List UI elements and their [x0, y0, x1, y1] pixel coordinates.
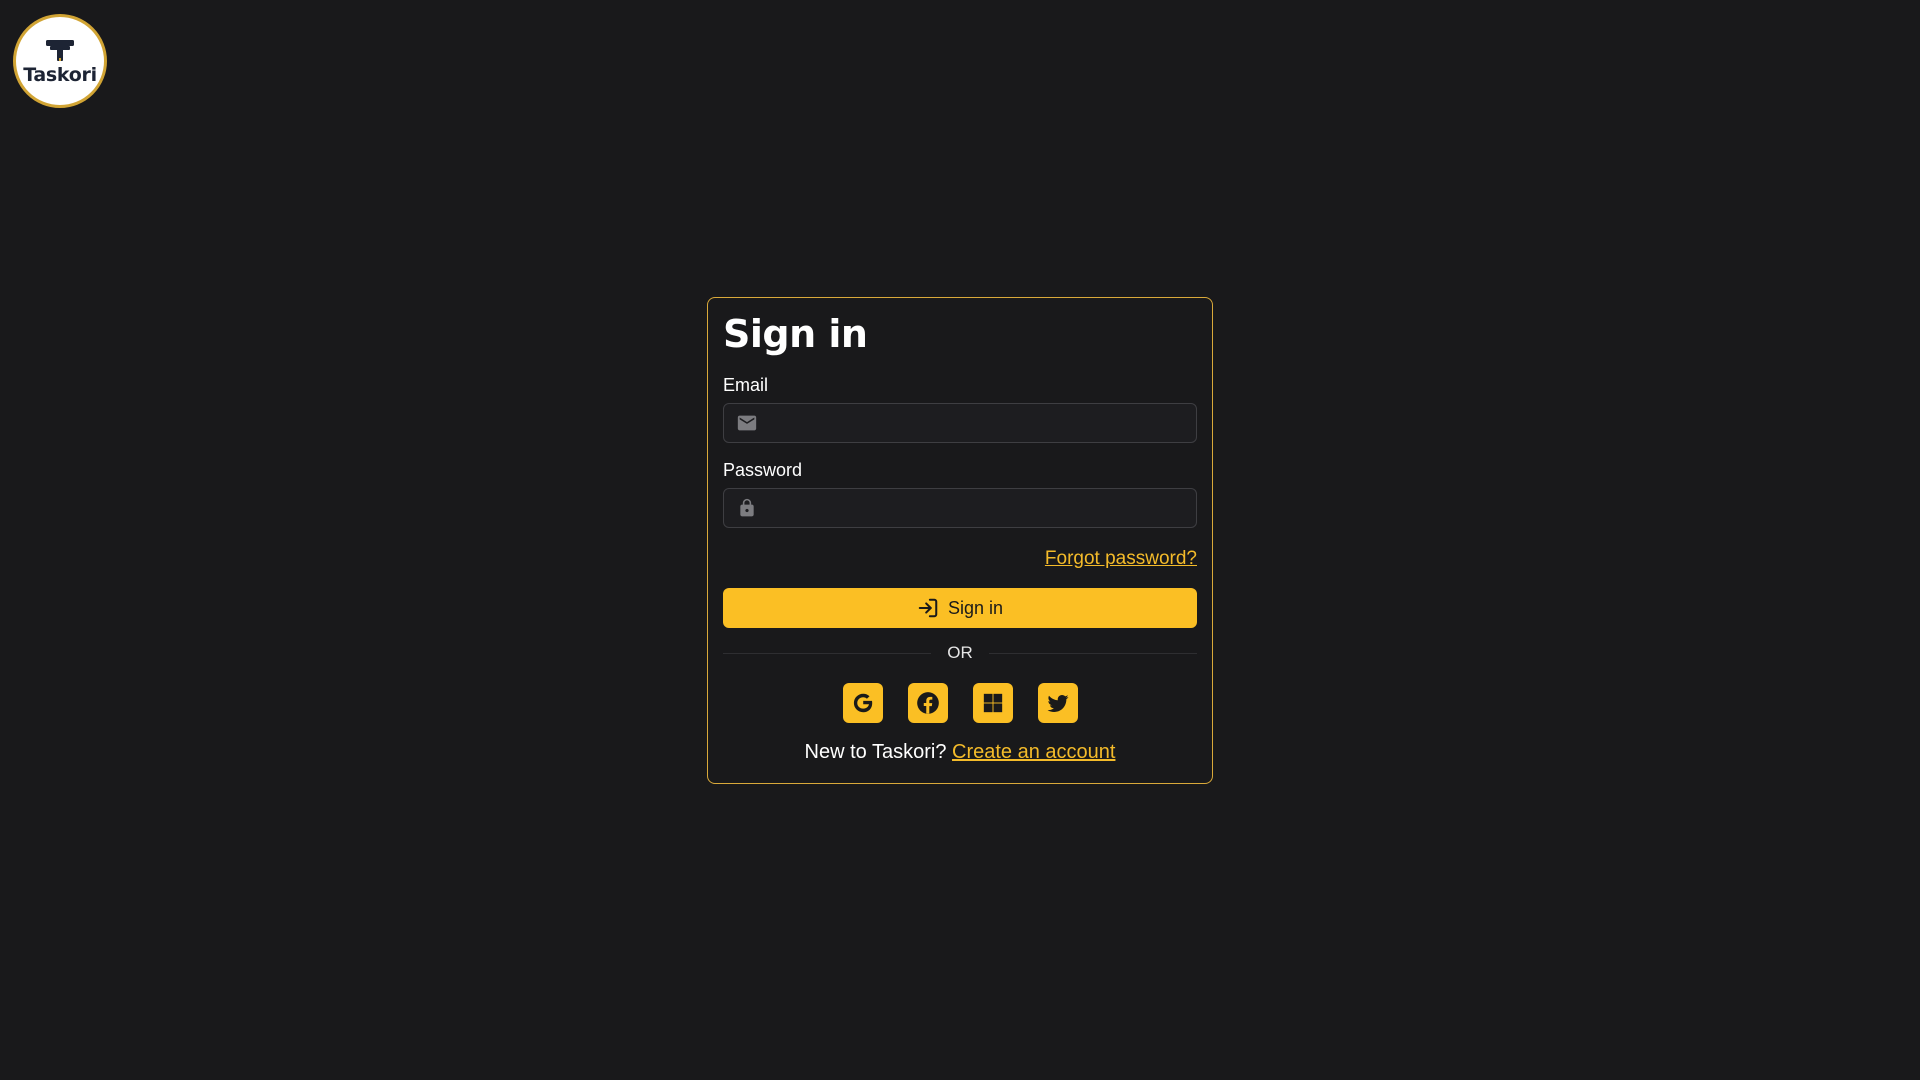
taskori-logo[interactable]: Taskori	[13, 14, 107, 108]
divider-line	[723, 652, 932, 654]
password-label: Password	[723, 460, 803, 480]
facebook-sign-in-button[interactable]	[907, 683, 948, 723]
logo-text: Taskori	[23, 64, 97, 86]
password-field-wrapper	[723, 488, 1197, 528]
page-title: Sign in	[723, 312, 868, 356]
forgot-password-link[interactable]: Forgot password?	[1045, 548, 1197, 570]
google-icon	[853, 693, 872, 713]
or-divider: OR	[723, 642, 1197, 664]
microsoft-sign-in-button[interactable]	[972, 683, 1013, 723]
divider-line	[988, 652, 1197, 654]
social-login-buttons	[708, 683, 1212, 723]
sign-in-button-label: Sign in	[947, 597, 1004, 618]
lock-icon	[736, 497, 758, 519]
password-input[interactable]	[758, 489, 1196, 527]
sign-in-button[interactable]: Sign in	[723, 588, 1197, 628]
divider-text: OR	[947, 643, 973, 662]
facebook-icon	[916, 692, 939, 714]
signup-prompt: New to Taskori? Create an account	[708, 741, 1212, 764]
windows-icon	[983, 693, 1002, 713]
twitter-sign-in-button[interactable]	[1037, 683, 1078, 723]
mail-icon	[736, 412, 758, 434]
twitter-icon	[1047, 695, 1068, 712]
signup-prompt-text: New to Taskori?	[804, 741, 947, 763]
taskori-logo-icon	[46, 40, 74, 61]
email-label: Email	[723, 375, 769, 395]
sign-in-icon	[918, 598, 938, 618]
email-input[interactable]	[758, 404, 1196, 442]
email-field-wrapper	[723, 403, 1197, 443]
create-account-link[interactable]: Create an account	[952, 741, 1115, 763]
google-sign-in-button[interactable]	[842, 683, 883, 723]
sign-in-card: Sign in Email Password Forgot password? …	[707, 297, 1213, 784]
